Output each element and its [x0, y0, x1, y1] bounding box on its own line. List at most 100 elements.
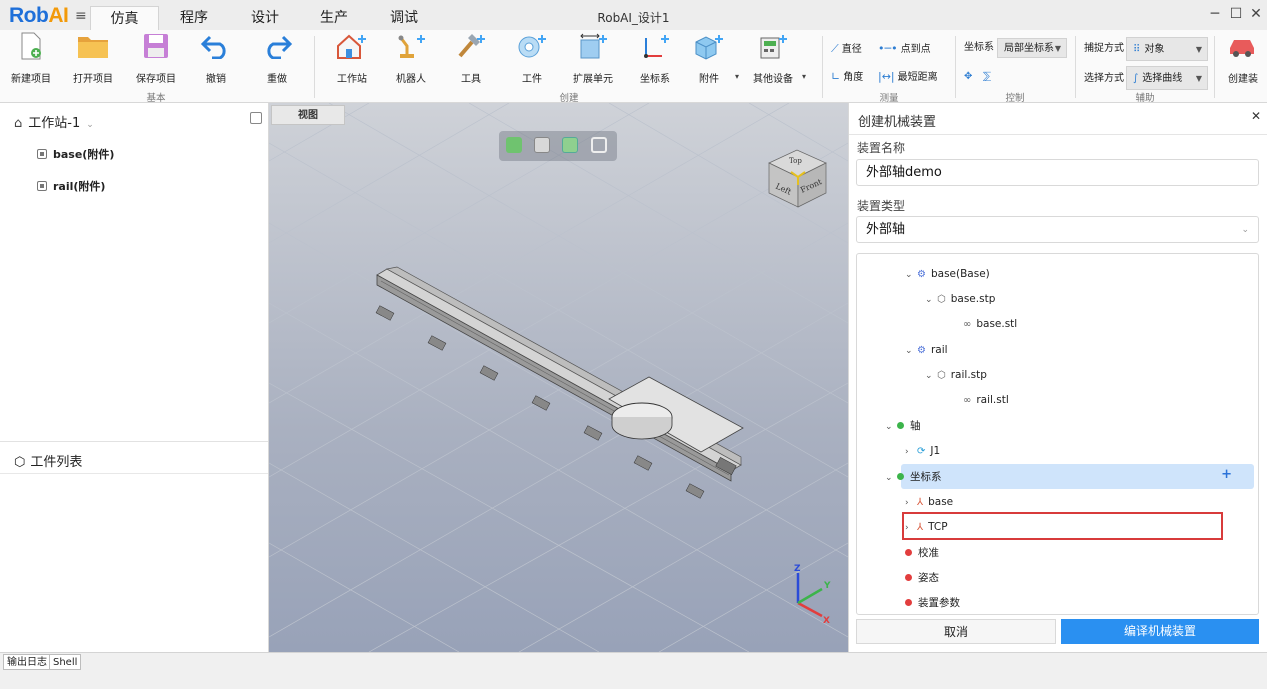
shaded-edges-view-icon[interactable] — [562, 137, 578, 153]
min-distance-icon: |↔| — [878, 70, 895, 83]
chevron-right-icon: › — [905, 447, 909, 457]
undo-button[interactable]: 撤销 — [186, 32, 246, 90]
scene-canvas: Top Left Front Z X Y — [269, 103, 848, 652]
tree-node-base-stp[interactable]: ⌄ ⬡ base.stp — [925, 287, 995, 311]
minimize-icon[interactable]: ─ — [1207, 5, 1223, 23]
coord-system-label: 坐标系 — [964, 42, 994, 53]
device-name-input[interactable]: 外部轴demo — [856, 159, 1259, 186]
measure-min-distance-button[interactable]: |↔| 最短距离 — [878, 68, 938, 86]
tree-node-base-link[interactable]: ⌄ ⚙ base(Base) — [905, 262, 990, 286]
tab-program[interactable]: 程序 — [165, 6, 223, 30]
status-ok-icon — [897, 422, 904, 429]
parts-list-title: ⬡ 工件列表 — [14, 455, 83, 470]
chevron-down-icon: ⌄ — [925, 295, 933, 305]
tab-production[interactable]: 生产 — [305, 6, 363, 30]
joint-icon: ⟳ — [917, 446, 926, 457]
new-project-button[interactable]: 新建项目 — [1, 32, 61, 90]
add-icon[interactable]: + — [1221, 467, 1232, 482]
measure-diameter-button[interactable]: ⟋ 直径 — [831, 40, 862, 58]
shaded-view-icon[interactable] — [506, 137, 522, 153]
extension-unit-icon — [563, 32, 623, 70]
measure-angle-button[interactable]: ∟ 角度 — [831, 68, 863, 86]
coordinate-system-button[interactable]: 坐标系 — [625, 32, 685, 90]
workstation-selector[interactable]: ⌂ 工作站-1 ⌄ — [14, 112, 94, 131]
tree-node-pose[interactable]: 姿态 — [905, 566, 939, 590]
axis-z-label: Z — [794, 564, 801, 574]
other-device-dropdown-icon[interactable]: ▾ — [802, 68, 806, 86]
axis-x-label: X — [823, 616, 830, 626]
tool-icon — [441, 32, 501, 70]
view-tab[interactable]: 视图 — [271, 105, 345, 125]
curve-icon: ∫ — [1133, 73, 1139, 84]
tree-node-axis[interactable]: ⌄ 轴 — [885, 414, 921, 438]
save-project-button[interactable]: 保存项目 — [126, 32, 186, 90]
divider — [0, 473, 268, 474]
coordinate-icon — [625, 32, 685, 70]
attachment-dropdown-icon[interactable]: ▾ — [735, 68, 739, 86]
create-device-button[interactable]: 创建装 — [1220, 32, 1266, 90]
panel-toggle-icon[interactable] — [250, 112, 262, 124]
tree-node-rail-stl[interactable]: ∞ rail.stl — [963, 388, 1009, 412]
workstation-button[interactable]: 工作站 — [322, 32, 382, 90]
tree-node-calibration[interactable]: 校准 — [905, 541, 939, 565]
create-mechanism-panel: 创建机械装置 ✕ 装置名称 外部轴demo 装置类型 外部轴 ⌄ + ⌄ ⚙ base… — [848, 103, 1267, 652]
axis-triad — [796, 573, 823, 618]
tab-design[interactable]: 设计 — [236, 6, 294, 30]
tree-item-base[interactable]: base(附件) — [37, 146, 114, 162]
fit-view-icon[interactable] — [591, 137, 607, 153]
divider — [849, 134, 1267, 135]
checkbox[interactable] — [37, 149, 47, 159]
coord-system-select[interactable]: 局部坐标系 ▼ — [997, 38, 1067, 58]
redo-icon — [247, 32, 307, 70]
tree-node-frame-base[interactable]: › ⅄ base — [905, 490, 953, 514]
3d-viewport[interactable]: Top Left Front Z X Y 视图 — [269, 103, 848, 652]
angle-icon: ∟ — [831, 70, 841, 83]
tree-node-j1[interactable]: › ⟳ J1 — [905, 439, 940, 463]
tab-simulation[interactable]: 仿真 — [90, 6, 159, 30]
device-type-select[interactable]: 外部轴 ⌄ — [856, 216, 1259, 243]
tree-node-rail-link[interactable]: ⌄ ⚙ rail — [905, 338, 948, 362]
tree-item-rail[interactable]: rail(附件) — [37, 178, 105, 194]
capture-mode-select[interactable]: ⠿ 对象 ▼ — [1126, 37, 1208, 61]
mesh-icon: ∞ — [963, 395, 972, 406]
open-project-button[interactable]: 打开项目 — [63, 32, 123, 90]
panel-title: 创建机械装置 — [858, 115, 937, 130]
robot-button[interactable]: 机器人 — [381, 32, 441, 90]
redo-button[interactable]: 重做 — [247, 32, 307, 90]
attachment-icon — [679, 32, 739, 70]
diameter-icon: ⟋ — [831, 42, 839, 55]
status-error-icon — [905, 574, 912, 581]
checkbox[interactable] — [37, 181, 47, 191]
tree-node-coordinate-systems[interactable]: ⌄ 坐标系 — [885, 465, 942, 489]
group-assist-label: 辅助 — [1135, 93, 1155, 104]
maximize-icon[interactable]: ☐ — [1228, 5, 1244, 23]
extension-unit-button[interactable]: 扩展单元 — [563, 32, 623, 90]
tab-shell[interactable]: Shell — [49, 654, 82, 670]
tree-node-base-stl[interactable]: ∞ base.stl — [963, 312, 1017, 336]
cancel-button[interactable]: 取消 — [856, 619, 1056, 644]
workpiece-button[interactable]: 工件 — [502, 32, 562, 90]
attachment-button[interactable]: 附件 — [679, 32, 739, 90]
other-device-button[interactable]: 其他设备 — [743, 32, 803, 90]
close-icon[interactable]: ✕ — [1248, 5, 1264, 23]
divider — [0, 441, 268, 442]
compile-mechanism-button[interactable]: 编译机械装置 — [1061, 619, 1259, 644]
tab-output-log[interactable]: 输出日志 — [3, 654, 51, 670]
tree-node-device-params[interactable]: 装置参数 — [905, 591, 960, 614]
tree-node-rail-stp[interactable]: ⌄ ⬡ rail.stp — [925, 363, 987, 387]
tool-button[interactable]: 工具 — [441, 32, 501, 90]
tab-debug[interactable]: 调试 — [375, 6, 433, 30]
separator — [822, 36, 823, 98]
point-to-point-icon: •─• — [878, 42, 898, 55]
cube-icon: ⬡ — [14, 455, 26, 470]
frame-icon[interactable]: ⅀ — [983, 68, 991, 86]
mechanism-tree: + ⌄ ⚙ base(Base) ⌄ ⬡ base.stp ∞ base.stl ⌄ ⚙ ra… — [856, 253, 1259, 615]
select-mode-select[interactable]: ∫ 选择曲线 ▼ — [1126, 66, 1208, 90]
ribbon-toolbar: 新建项目 打开项目 保存项目 撤销 重做 基本 工作站 机器人 工具 工件 扩展… — [0, 30, 1267, 104]
close-icon[interactable]: ✕ — [1251, 109, 1261, 123]
wireframe-view-icon[interactable] — [534, 137, 550, 153]
menu-icon[interactable]: ≡ — [75, 8, 87, 24]
move-icon[interactable]: ✥ — [964, 68, 972, 86]
tcp-highlight-box — [902, 512, 1223, 540]
measure-point-to-point-button[interactable]: •─• 点到点 — [878, 40, 931, 58]
